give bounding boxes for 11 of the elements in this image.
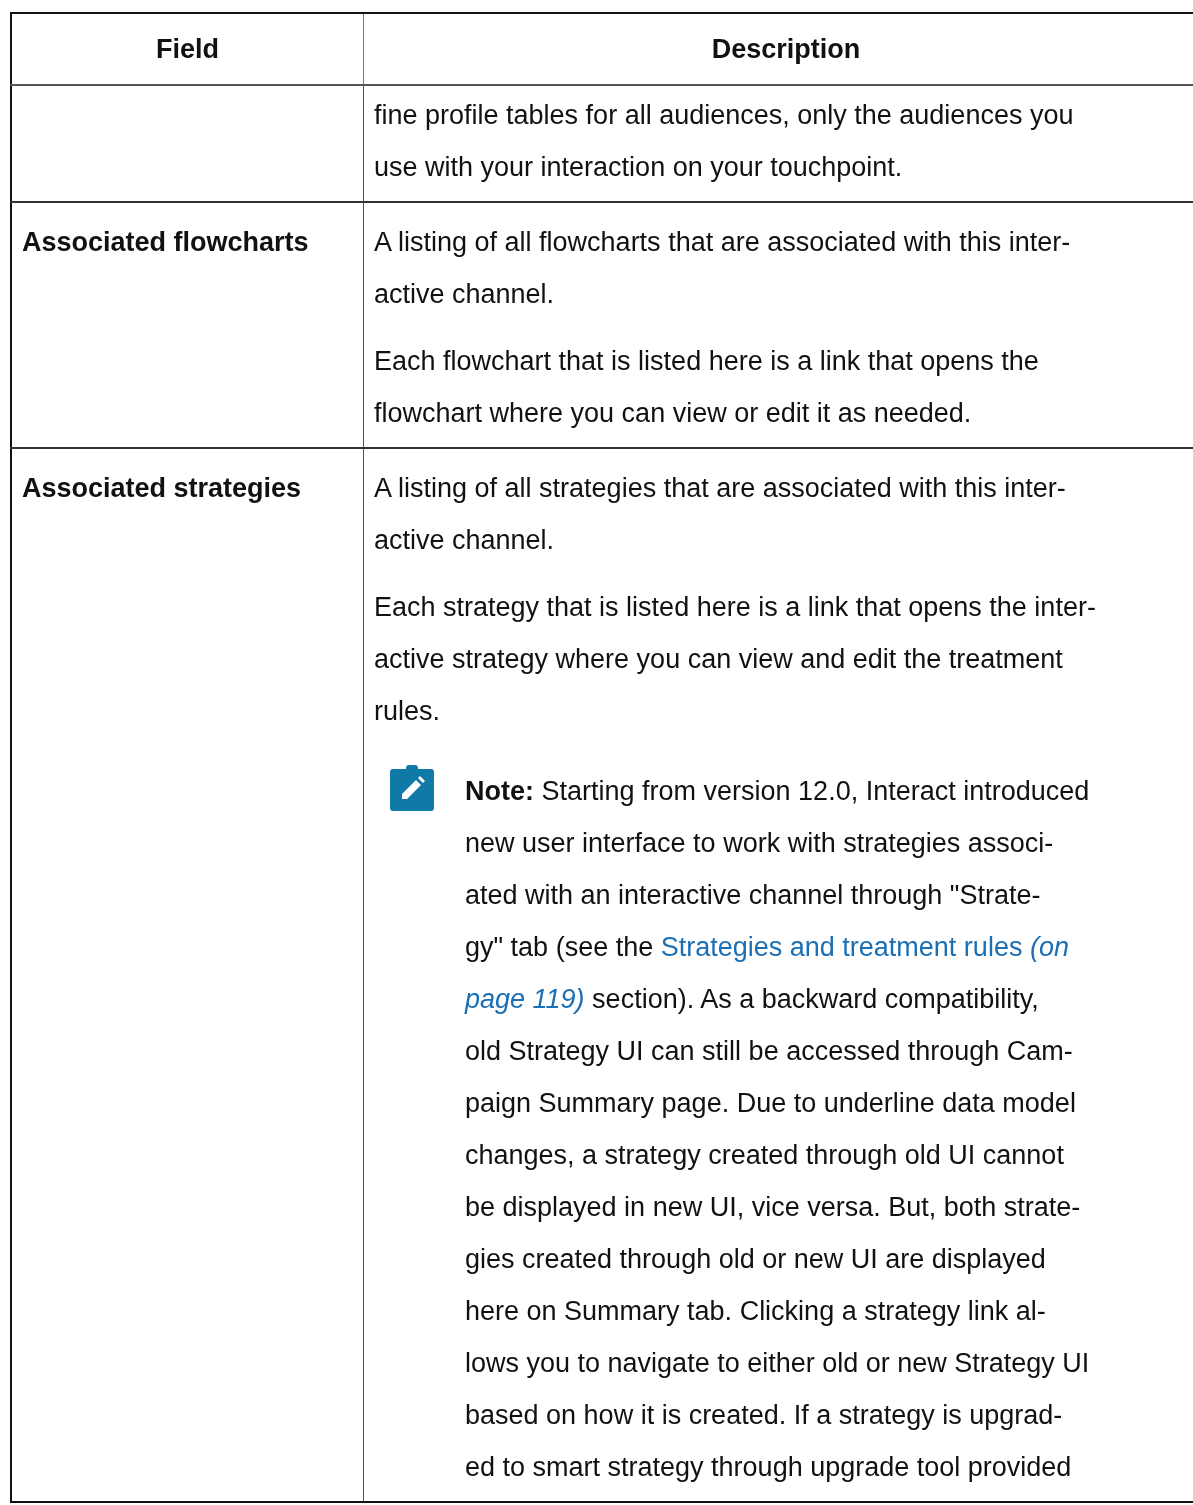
description-text: Each flowchart that is listed here is a link that opens the flowchart where you can view or edit it as needed. bbox=[374, 345, 1040, 430]
description-text: A listing of all strategies that are associated with this inter- active channel. bbox=[374, 472, 1067, 557]
note-pencil-icon bbox=[390, 765, 434, 811]
description-text: fine profile tables for all audiences, only the audiences you use with your interaction on your touchpoint. bbox=[374, 99, 1075, 184]
strategies-link[interactable]: Strategies and treatment rules bbox=[660, 932, 1023, 962]
description-text: Each strategy that is listed here is a link that opens the inter- active strategy where you can view and edit the treatment rules. bbox=[374, 591, 1097, 728]
field-name: Associated strategies bbox=[22, 472, 302, 505]
description-text: A listing of all flowcharts that are associated with this inter- active channel. bbox=[374, 226, 1072, 311]
column-header: Field bbox=[11, 13, 364, 85]
note-text: Note: Starting from version 12.0, Interact introduced new user interface to work with strategies associ- ated with an interactive channel through "Strate- gy" tab (see the Strategies and treatment rules (on page 119) section). As a backward compatibility, old Strategy UI can still be accessed through Cam- paign Summary page. Due to underline data model changes, a strategy created through old UI cannot be displayed in new UI, vice versa. But, both strate- gies created through old or new UI are displayed here on Summary tab. Clicking a strategy link al- lows you to navigate to either old or new Strategy UI based on how it is created. If a strategy is upgrad- ed to smart strategy through upgrade tool provided bbox=[465, 775, 1090, 1484]
field-name: Associated flowcharts bbox=[22, 226, 309, 259]
